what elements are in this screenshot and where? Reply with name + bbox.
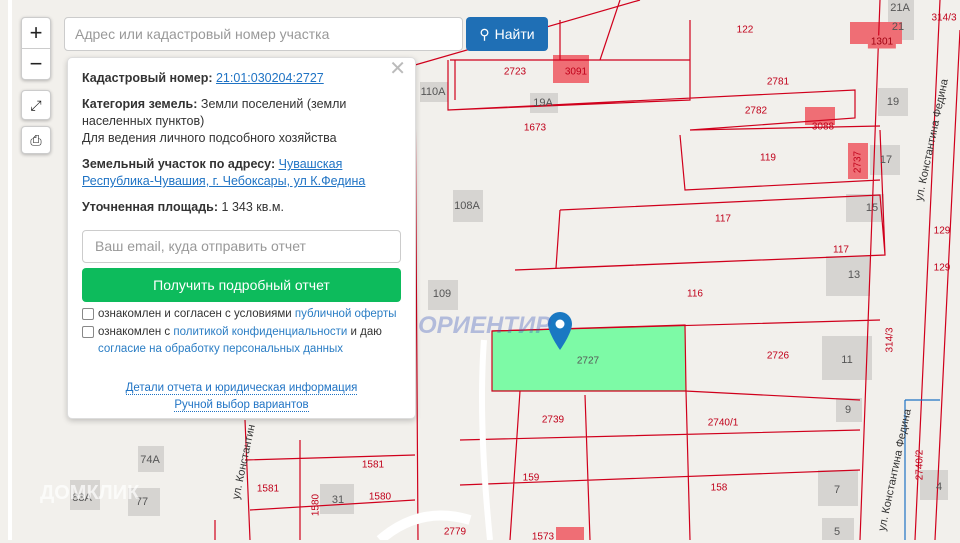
parcel-label: 2726 [766, 350, 790, 362]
cadastral-number-link[interactable]: 21:01:030204:2727 [216, 71, 324, 85]
zoom-control: + − [21, 17, 51, 80]
cadastral-number: Кадастровый номер: 21:01:030204:2727 [82, 71, 324, 85]
printer-icon: ⎙ [30, 131, 42, 148]
parcel-label: 117 [715, 213, 731, 225]
land-category: Категория земель: Земли поселений (земли… [82, 97, 347, 128]
building-label: 13 [847, 269, 861, 281]
parcel-label: 2737 [852, 150, 864, 174]
parcel-label: 1301 [867, 35, 897, 49]
building-label: 110А [420, 86, 446, 98]
zoom-out-button[interactable]: − [22, 48, 50, 79]
fullscreen-button[interactable]: ⤢ [21, 90, 51, 120]
parcel-label: 314/3 [931, 12, 957, 24]
print-button[interactable]: ⎙ [21, 126, 51, 154]
get-report-button[interactable]: Получить подробный отчет [82, 268, 401, 302]
building-label: 31 [331, 494, 345, 506]
building-label: 15 [865, 202, 879, 214]
parcel-label: 2739 [541, 414, 565, 426]
email-input[interactable]: Ваш email, куда отправить отчет [82, 230, 401, 263]
parcel-label: 122 [736, 24, 754, 36]
close-icon[interactable]: ✕ [389, 59, 406, 79]
offer-link[interactable]: публичной оферты [295, 308, 397, 320]
building-label: 4 [935, 481, 943, 493]
building-label: 19А [533, 97, 553, 109]
parcel-label: 2782 [744, 105, 768, 117]
building-label: 108А [454, 200, 480, 212]
parcel-label: 3091 [564, 66, 588, 78]
search-button[interactable]: ⚲ Найти [466, 17, 548, 51]
parcel-label: 1673 [523, 122, 547, 134]
building-label: 5 [833, 526, 841, 538]
building-label: 21А [890, 2, 910, 14]
parcel-label: 2740/2 [914, 449, 926, 481]
building-label: 9 [844, 404, 852, 416]
building-label: 17 [879, 154, 893, 166]
parcel-label: 314/3 [884, 327, 896, 353]
privacy-checkbox[interactable] [82, 326, 94, 338]
parcel-info-popup: ✕ Кадастровый номер: 21:01:030204:2727 К… [67, 57, 416, 419]
parcel-label: 158 [710, 482, 728, 494]
parcel-address: Земельный участок по адресу: Чувашская Р… [82, 157, 366, 188]
building-label: 11 [841, 354, 853, 366]
parcel-label: 1580 [310, 493, 322, 517]
parcel-label: 2740/1 [707, 417, 739, 429]
parcel-label: 1573 [531, 531, 555, 543]
search-button-label: Найти [494, 26, 535, 42]
parcel-label: 129 [933, 225, 951, 237]
parcel-label: 116 [687, 288, 703, 300]
parcel-label: 3088 [811, 121, 835, 133]
expand-icon: ⤢ [30, 96, 42, 113]
parcel-label: 1580 [368, 491, 392, 503]
parcel-label: 129 [933, 262, 951, 274]
search-icon: ⚲ [479, 25, 490, 42]
parcel-label: 159 [522, 472, 540, 484]
parcel-label: 117 [833, 244, 849, 256]
watermark-orientir: ОРИЕНТИР [418, 312, 552, 339]
watermark-domclick: ДОМКЛИК [40, 482, 140, 504]
parcel-label: 2779 [443, 526, 467, 538]
building-label: 7 [833, 484, 841, 496]
zoom-in-button[interactable]: + [22, 18, 50, 48]
selected-parcel-label: 2727 [576, 355, 600, 367]
building-label: 109 [432, 288, 452, 300]
parcel-label: 1581 [361, 459, 385, 471]
parcel-label: 1581 [256, 483, 280, 495]
privacy-policy-link[interactable]: политикой конфиденциальности [173, 326, 347, 338]
parcel-area: Уточненная площадь: 1 343 кв.м. [82, 200, 284, 214]
offer-checkbox[interactable] [82, 308, 94, 320]
parcel-label: 2781 [766, 76, 790, 88]
manual-selection-link[interactable]: Ручной выбор вариантов [174, 399, 309, 412]
building-label: 21 [891, 21, 905, 33]
report-details-link[interactable]: Детали отчета и юридическая информация [125, 382, 358, 395]
building-label: 74А [140, 454, 160, 466]
search-input[interactable]: Адрес или кадастровый номер участка [64, 17, 463, 51]
parcel-label: 2723 [503, 66, 527, 78]
parcel-label: 119 [760, 152, 776, 164]
building-label: 19 [886, 96, 900, 108]
personal-data-consent-link[interactable]: согласие на обработку персональных данны… [98, 343, 343, 355]
land-usage: Для ведения личного подсобного хозяйства [82, 131, 337, 145]
